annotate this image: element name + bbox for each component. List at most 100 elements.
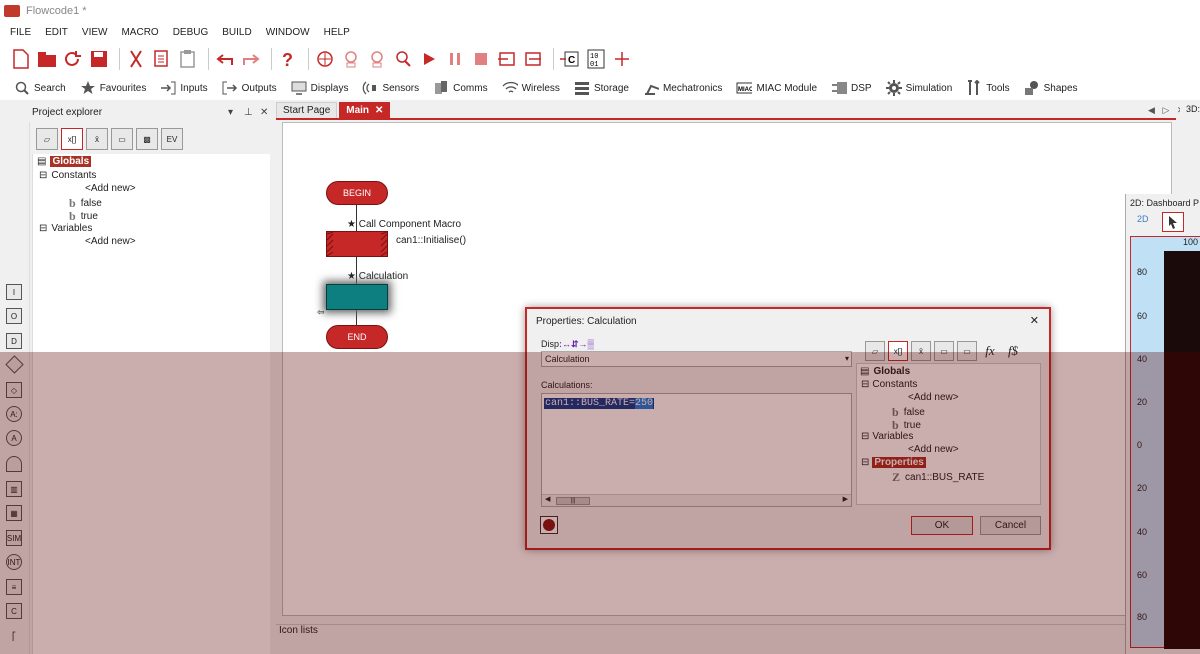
- events-view-icon[interactable]: EV: [161, 128, 183, 150]
- collapse-icon[interactable]: ⊟: [861, 457, 869, 468]
- components-view-icon[interactable]: ▭: [934, 341, 954, 361]
- split-icon[interactable]: [611, 48, 633, 70]
- scroll-left-icon[interactable]: ◀: [545, 495, 550, 503]
- scroll-right-icon[interactable]: ▷: [1162, 105, 1169, 115]
- macros-view-icon[interactable]: x̄: [911, 341, 931, 361]
- connection-point-icon[interactable]: A:: [6, 406, 22, 422]
- input-command-icon[interactable]: I: [6, 284, 22, 300]
- tree-node-add-constant[interactable]: <Add new>: [908, 392, 959, 403]
- calculation-text[interactable]: can1::BUS_RATE=250: [544, 398, 655, 409]
- dashboard-object[interactable]: [1164, 251, 1200, 649]
- component-macro-block[interactable]: [326, 231, 388, 257]
- binary-icon[interactable]: 10 01: [585, 48, 607, 70]
- category-shapes[interactable]: Shapes: [1024, 80, 1078, 96]
- category-displays[interactable]: Displays: [291, 80, 348, 96]
- macros-view-icon[interactable]: x̄: [86, 128, 108, 150]
- reload-icon[interactable]: [62, 48, 84, 70]
- loop-command-icon[interactable]: [6, 456, 22, 472]
- horizontal-scrollbar[interactable]: ◀ ||| ▶: [542, 494, 851, 506]
- close-icon[interactable]: ✕: [1030, 314, 1039, 327]
- tree-node-add-constant[interactable]: <Add new>: [85, 183, 136, 194]
- begin-terminator[interactable]: BEGIN: [326, 181, 388, 205]
- tree-node-constants[interactable]: ⊟ Constants: [861, 379, 917, 390]
- comment-command-icon[interactable]: ⎡: [6, 628, 22, 644]
- scroll-thumb[interactable]: |||: [556, 497, 590, 505]
- collapse-icon[interactable]: ⊟: [39, 223, 47, 234]
- new-file-icon[interactable]: [10, 48, 32, 70]
- tree-node-add-variable[interactable]: <Add new>: [908, 444, 959, 455]
- calculations-editor[interactable]: can1::BUS_RATE=250 ◀ ||| ▶: [541, 393, 852, 507]
- compile-icon[interactable]: [314, 48, 336, 70]
- globals-view-icon[interactable]: x[]: [61, 128, 83, 150]
- cancel-button[interactable]: Cancel: [980, 516, 1041, 535]
- stop-icon[interactable]: [470, 48, 492, 70]
- save-icon[interactable]: [88, 48, 110, 70]
- components-view-icon[interactable]: ▭: [111, 128, 133, 150]
- globals-view-icon[interactable]: x[]: [888, 341, 908, 361]
- interrupt-command-icon[interactable]: INT: [6, 554, 22, 570]
- color-picker-button[interactable]: [540, 516, 558, 534]
- step-over-icon[interactable]: [522, 48, 544, 70]
- tree-node-properties[interactable]: ⊟ Properties: [861, 457, 926, 468]
- string-function-icon[interactable]: f$: [1003, 341, 1023, 361]
- hardware-view-icon[interactable]: ▭: [957, 341, 977, 361]
- switch-command-icon[interactable]: ◇: [6, 382, 22, 398]
- tree-node-const-true[interactable]: b true: [69, 209, 98, 224]
- chevron-down-icon[interactable]: ▾: [845, 352, 849, 366]
- close-icon[interactable]: ✕: [375, 105, 383, 116]
- menu-view[interactable]: VIEW: [82, 27, 108, 38]
- category-dsp[interactable]: DSP: [831, 80, 872, 96]
- tree-node-variables[interactable]: ⊟ Variables: [861, 431, 913, 442]
- chip-icon[interactable]: [340, 48, 362, 70]
- category-storage[interactable]: Storage: [574, 80, 629, 96]
- category-search[interactable]: Search: [14, 80, 66, 96]
- delay-command-icon[interactable]: D: [6, 333, 22, 349]
- step-into-icon[interactable]: [496, 48, 518, 70]
- help-icon[interactable]: ?: [277, 48, 299, 70]
- run-icon[interactable]: [418, 48, 440, 70]
- tree-node-add-variable[interactable]: <Add new>: [85, 236, 136, 247]
- calculation-block[interactable]: [326, 284, 388, 310]
- ports-view-icon[interactable]: ▱: [865, 341, 885, 361]
- ports-view-icon[interactable]: ▱: [36, 128, 58, 150]
- pin-icon[interactable]: ⊥: [244, 107, 253, 118]
- end-terminator[interactable]: END: [326, 325, 388, 349]
- category-favourites[interactable]: Favourites: [80, 80, 146, 96]
- open-folder-icon[interactable]: [36, 48, 58, 70]
- c-code-command-icon[interactable]: C: [6, 603, 22, 619]
- scroll-left-icon[interactable]: ◀: [1148, 105, 1155, 115]
- close-icon[interactable]: ✕: [260, 107, 268, 118]
- category-miac-module[interactable]: MIAC MIAC Module: [736, 80, 817, 96]
- chip-program-icon[interactable]: [366, 48, 388, 70]
- menu-build[interactable]: BUILD: [222, 27, 251, 38]
- display-name-select[interactable]: Calculation ▾: [541, 351, 852, 367]
- category-comms[interactable]: Comms: [433, 80, 488, 96]
- macro-command-icon[interactable]: ▥: [6, 481, 22, 497]
- debug-tool-icon[interactable]: [392, 48, 414, 70]
- collapse-icon[interactable]: ⊟: [39, 170, 47, 181]
- component-macro-icon[interactable]: ▦: [6, 505, 22, 521]
- collapse-icon[interactable]: ⊟: [861, 431, 869, 442]
- category-outputs[interactable]: Outputs: [222, 80, 277, 96]
- decision-command-icon[interactable]: [5, 355, 24, 374]
- menu-edit[interactable]: EDIT: [45, 27, 68, 38]
- hardware-view-icon[interactable]: ▩: [136, 128, 158, 150]
- menu-help[interactable]: HELP: [324, 27, 350, 38]
- menu-window[interactable]: WINDOW: [266, 27, 310, 38]
- menu-file[interactable]: FILE: [10, 27, 31, 38]
- copy-icon[interactable]: [151, 48, 173, 70]
- tab-start-page[interactable]: Start Page: [276, 102, 338, 118]
- tree-node-variables[interactable]: ⊟ Variables: [39, 223, 92, 234]
- output-command-icon[interactable]: O: [6, 308, 22, 324]
- tab-main[interactable]: Main ✕: [339, 102, 391, 118]
- tree-node-constants[interactable]: ⊟ Constants: [39, 170, 96, 181]
- category-wireless[interactable]: Wireless: [502, 80, 560, 96]
- tree-node-globals[interactable]: ▤ Globals: [37, 156, 92, 167]
- c-code-icon[interactable]: C: [559, 48, 581, 70]
- undo-icon[interactable]: [214, 48, 236, 70]
- goto-connection-icon[interactable]: A: [6, 430, 22, 446]
- category-inputs[interactable]: Inputs: [160, 80, 208, 96]
- scroll-right-icon[interactable]: ▶: [843, 495, 848, 503]
- calculation-command-icon[interactable]: ≡: [6, 579, 22, 595]
- simulation-macro-icon[interactable]: SIM: [6, 530, 22, 546]
